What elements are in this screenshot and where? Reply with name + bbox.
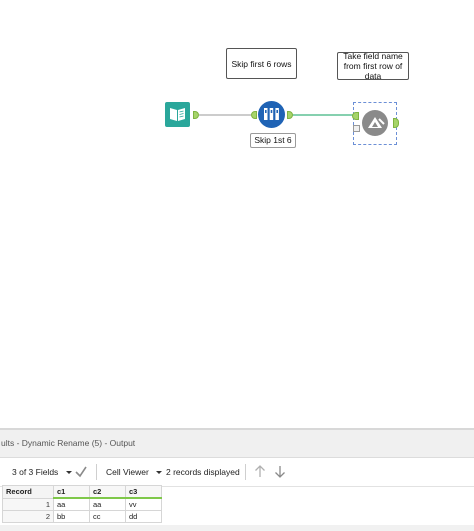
sample-icon <box>264 108 279 120</box>
workflow-canvas[interactable]: Skip first 6 rows Take field name from f… <box>0 0 474 428</box>
cell-c3[interactable]: vv <box>125 497 162 511</box>
table-row[interactable]: 2 bb cc dd <box>2 510 162 523</box>
records-count-text: 2 records displayed <box>166 467 240 477</box>
records-count: 2 records displayed <box>166 465 240 479</box>
dynamic-rename-icon <box>368 117 385 128</box>
arrow-down-icon <box>275 466 285 478</box>
checkmark-icon <box>75 466 87 478</box>
cell-c2[interactable]: cc <box>89 510 126 523</box>
scroll-up-button[interactable] <box>253 463 267 483</box>
dynamic-rename-output-anchor[interactable] <box>393 118 399 128</box>
toolbar-divider <box>245 464 246 480</box>
horizontal-scrollbar[interactable] <box>0 525 474 531</box>
table-row[interactable]: 1 aa aa vv <box>2 497 162 511</box>
cell-viewer-dropdown[interactable]: Cell Viewer <box>106 465 163 479</box>
fields-label: 3 of 3 Fields <box>12 467 59 477</box>
sample-tool-label[interactable]: Skip 1st 6 <box>250 133 296 148</box>
sample-input-anchor[interactable] <box>251 111 257 119</box>
sample-tool[interactable] <box>258 101 285 128</box>
results-toolbar: 3 of 3 Fields Cell Viewer 2 records disp… <box>0 458 474 487</box>
toolbar-divider <box>96 464 97 480</box>
results-grid[interactable]: Record c1 c2 c3 1 aa aa vv 2 bb cc dd <box>2 485 162 523</box>
record-number: 1 <box>2 497 54 511</box>
column-header-c2[interactable]: c2 <box>89 485 126 499</box>
apply-fields-button[interactable] <box>74 463 88 483</box>
results-title: ults - Dynamic Rename (5) - Output <box>0 428 474 458</box>
fields-dropdown[interactable]: 3 of 3 Fields <box>12 465 72 479</box>
cell-c2[interactable]: aa <box>89 497 126 511</box>
results-title-text: ults - Dynamic Rename (5) - Output <box>1 438 136 448</box>
column-header-c3[interactable]: c3 <box>125 485 162 499</box>
dynamic-rename-tool[interactable] <box>352 102 399 145</box>
tool-label-text: Skip 1st 6 <box>254 135 292 145</box>
cell-c3[interactable]: dd <box>125 510 162 523</box>
dynamic-rename-body <box>362 110 388 136</box>
book-icon <box>170 108 185 121</box>
record-number: 2 <box>2 510 54 523</box>
cell-c1[interactable]: aa <box>53 497 90 511</box>
cell-c1[interactable]: bb <box>53 510 90 523</box>
input-data-tool[interactable] <box>165 102 190 127</box>
dynamic-rename-input-anchor-l[interactable] <box>352 112 359 120</box>
chevron-down-icon <box>156 471 163 475</box>
cell-viewer-label: Cell Viewer <box>106 467 149 477</box>
dynamic-rename-input-anchor-r[interactable] <box>353 125 360 132</box>
column-header-c1[interactable]: c1 <box>53 485 90 499</box>
scroll-down-button[interactable] <box>273 463 287 483</box>
grid-header-row: Record c1 c2 c3 <box>2 485 162 499</box>
results-panel: ults - Dynamic Rename (5) - Output 3 of … <box>0 428 474 531</box>
arrow-up-icon <box>255 465 265 477</box>
connections <box>199 114 354 116</box>
column-header-record[interactable]: Record <box>2 485 54 499</box>
chevron-down-icon <box>65 471 72 475</box>
